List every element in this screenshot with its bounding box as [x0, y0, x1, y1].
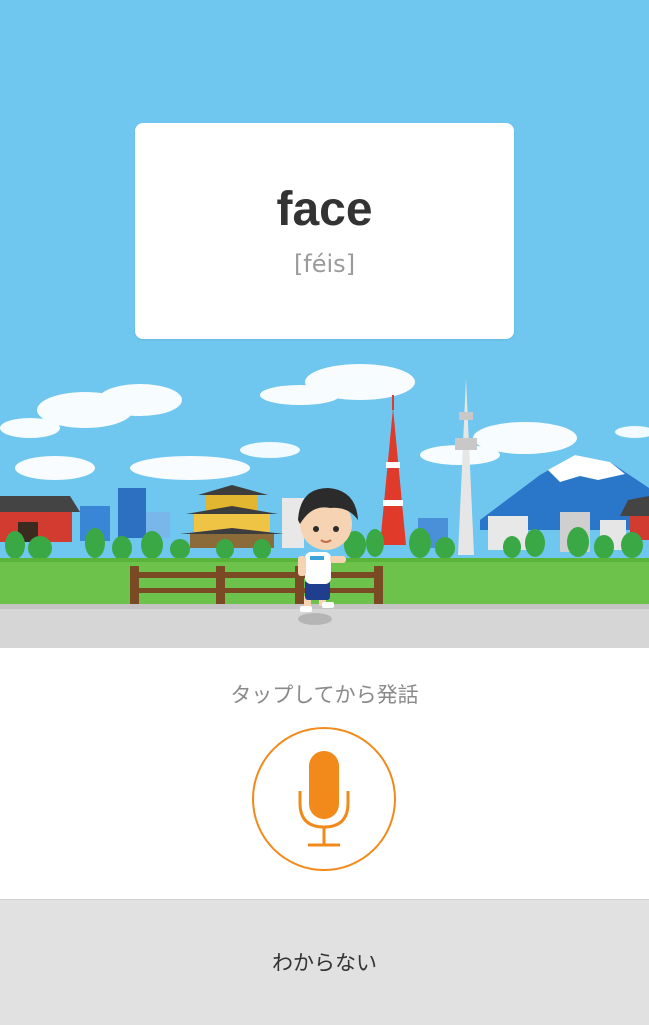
microphone-button[interactable] — [252, 727, 396, 871]
dont-know-label: わからない — [272, 951, 377, 975]
pronunciation-text: [féis] — [293, 250, 356, 278]
dont-know-button[interactable]: わからない — [0, 899, 649, 1025]
microphone-icon — [298, 751, 350, 847]
instruction-text: タップしてから発話 — [230, 683, 419, 707]
vocabulary-word: face — [276, 183, 373, 236]
